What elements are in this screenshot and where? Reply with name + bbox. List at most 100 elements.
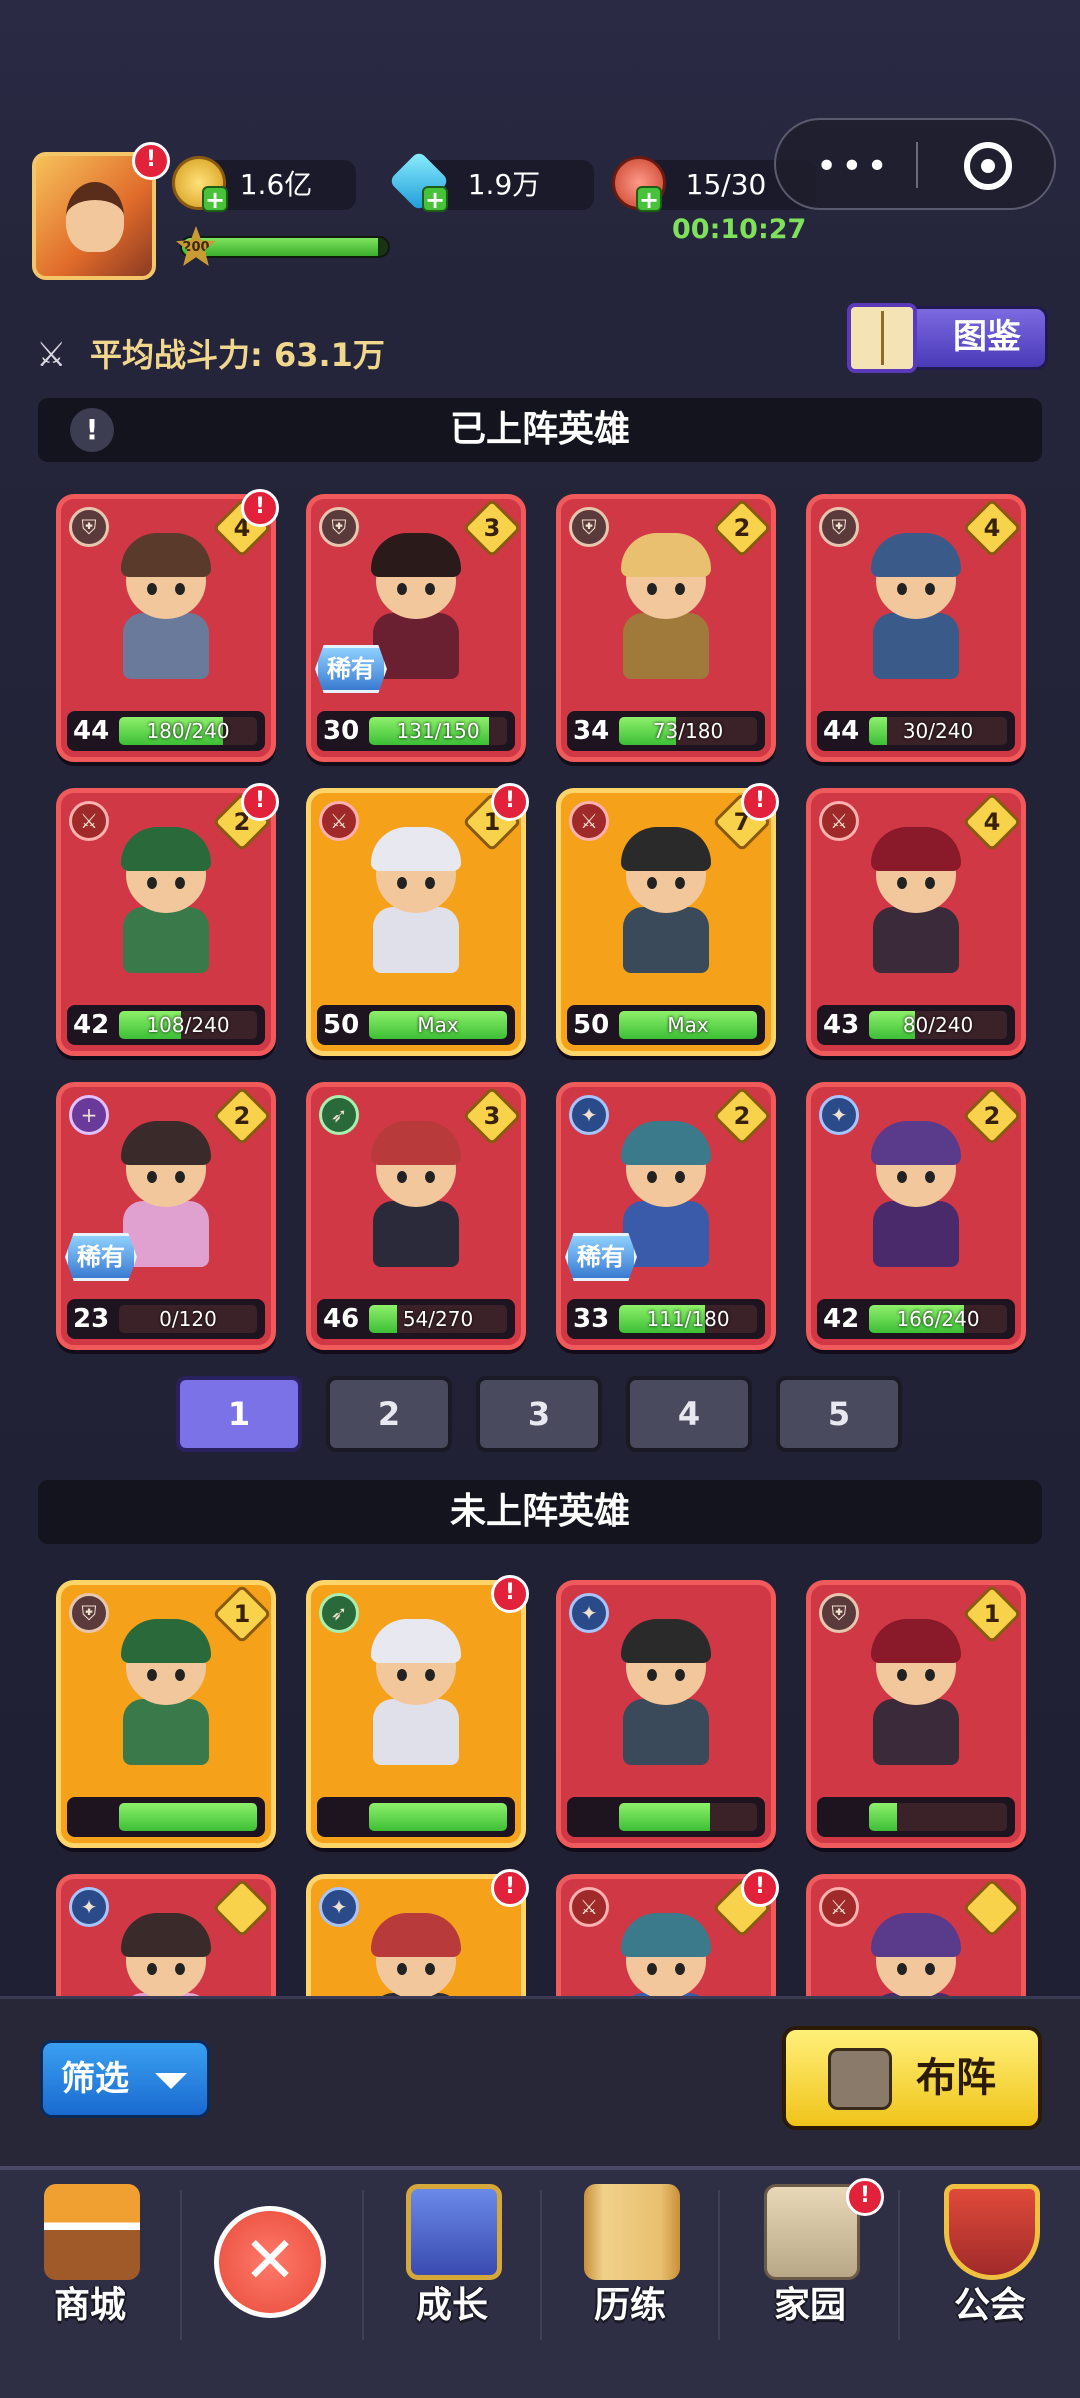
magic-class-icon: ✦	[69, 1887, 109, 1927]
hero-hair	[871, 1913, 961, 1957]
hero-body	[623, 1699, 709, 1765]
filter-button-label: 筛选	[61, 2059, 129, 2099]
star-count-badge: 1	[962, 1584, 1022, 1644]
hero-level-row	[817, 1797, 1015, 1837]
undeployed-hero-card[interactable]: ✦	[556, 1580, 776, 1848]
nav-divider	[718, 2190, 720, 2340]
nav-guild-label: 公会	[953, 2285, 1026, 2326]
nav-divider	[362, 2190, 364, 2340]
hero-progress-fill	[119, 1803, 257, 1831]
hero-eye	[675, 1669, 685, 1681]
close-icon: ✕	[214, 2206, 326, 2318]
hero-portrait	[861, 1913, 971, 1996]
hero-level-row	[317, 1797, 515, 1837]
hero-progress-bar	[619, 1803, 757, 1831]
nav-training[interactable]: 历练	[550, 2184, 710, 2384]
undeployed-hero-grid: ⛨ 1 ➶! ✦ ⛨ 1 ✦ ✦! ⚔! ⚔	[0, 0, 1080, 1996]
hero-progress-bar	[369, 1803, 507, 1831]
hero-eye	[147, 1669, 157, 1681]
hero-eye	[925, 1963, 935, 1975]
upgrade-alert-icon: !	[491, 1869, 529, 1907]
nav-close[interactable]: ✕	[190, 2184, 350, 2384]
nav-divider	[898, 2190, 900, 2340]
hero-progress-bar	[869, 1803, 1007, 1831]
hero-progress-fill	[369, 1803, 507, 1831]
hero-hair	[871, 1619, 961, 1663]
formation-button[interactable]: 布阵	[782, 2026, 1042, 2130]
nav-home[interactable]: ! 家园	[730, 2178, 890, 2384]
upgrade-alert-icon: !	[491, 1575, 529, 1613]
magic-class-icon: ✦	[569, 1593, 609, 1633]
undeployed-hero-card[interactable]: ⚔	[806, 1874, 1026, 1996]
hero-hair	[621, 1913, 711, 1957]
hero-eye	[425, 1963, 435, 1975]
hero-portrait	[861, 1619, 971, 1769]
hero-body	[123, 1699, 209, 1765]
shield-class-icon: ⛨	[819, 1593, 859, 1633]
hero-eye	[175, 1963, 185, 1975]
hero-hair	[371, 1619, 461, 1663]
home-alert-icon: !	[846, 2178, 884, 2216]
guild-shield-icon	[944, 2184, 1040, 2280]
chevron-down-icon	[155, 2073, 187, 2089]
hero-portrait	[111, 1619, 221, 1769]
hero-portrait	[611, 1619, 721, 1769]
nav-home-label: 家园	[773, 2285, 846, 2326]
undeployed-hero-card[interactable]: ➶!	[306, 1575, 529, 1848]
hero-portrait	[611, 1913, 721, 1996]
hero-hair	[621, 1619, 711, 1663]
magic-class-icon: ✦	[319, 1887, 359, 1927]
hero-progress-fill	[869, 1803, 897, 1831]
nav-growth-label: 成长	[415, 2285, 488, 2326]
upgrade-alert-icon: !	[741, 1869, 779, 1907]
hero-hair	[121, 1619, 211, 1663]
hero-hair	[121, 1913, 211, 1957]
hero-eye	[897, 1963, 907, 1975]
hero-body	[873, 1699, 959, 1765]
shield-class-icon: ⛨	[69, 1593, 109, 1633]
growth-moon-icon	[406, 2184, 502, 2280]
hero-eye	[175, 1669, 185, 1681]
undeployed-hero-card[interactable]: ⛨ 1	[806, 1580, 1026, 1848]
hero-portrait	[361, 1619, 471, 1769]
undeployed-hero-card[interactable]: ⚔!	[556, 1869, 779, 1996]
hero-eye	[425, 1669, 435, 1681]
undeployed-hero-card[interactable]: ⛨ 1	[56, 1580, 276, 1848]
nav-shop[interactable]: 商城	[10, 2184, 170, 2384]
hero-eye	[397, 1669, 407, 1681]
hero-progress-bar	[119, 1803, 257, 1831]
nav-shop-label: 商城	[53, 2285, 126, 2326]
undeployed-hero-card[interactable]: ✦!	[306, 1869, 529, 1996]
hero-level-row	[67, 1797, 265, 1837]
hero-eye	[647, 1669, 657, 1681]
hero-eye	[897, 1669, 907, 1681]
hero-eye	[147, 1963, 157, 1975]
nav-divider	[180, 2190, 182, 2340]
bow-class-icon: ➶	[319, 1593, 359, 1633]
hero-body	[373, 1699, 459, 1765]
hero-level-row	[567, 1797, 765, 1837]
hero-portrait	[111, 1913, 221, 1996]
scroll-map-icon	[584, 2184, 680, 2280]
hero-eye	[397, 1963, 407, 1975]
undeployed-hero-card[interactable]: ✦	[56, 1874, 276, 1996]
hero-progress-fill	[619, 1803, 711, 1831]
hero-eye	[647, 1963, 657, 1975]
hero-eye	[675, 1963, 685, 1975]
star-count: 1	[233, 1600, 251, 1628]
shop-stall-icon	[44, 2184, 140, 2280]
hero-portrait	[361, 1913, 471, 1996]
star-count-badge	[962, 1878, 1022, 1938]
hero-hair	[371, 1913, 461, 1957]
formation-button-label: 布阵	[916, 2055, 996, 2101]
star-count-badge	[212, 1878, 272, 1938]
star-count-badge: 1	[212, 1584, 272, 1644]
hero-eye	[925, 1669, 935, 1681]
formation-icon	[828, 2048, 892, 2110]
filter-button[interactable]: 筛选	[40, 2040, 210, 2118]
nav-training-label: 历练	[593, 2285, 666, 2326]
nav-guild[interactable]: 公会	[910, 2184, 1070, 2384]
nav-growth[interactable]: 成长	[372, 2184, 532, 2384]
nav-divider	[540, 2190, 542, 2340]
sword-class-icon: ⚔	[569, 1887, 609, 1927]
